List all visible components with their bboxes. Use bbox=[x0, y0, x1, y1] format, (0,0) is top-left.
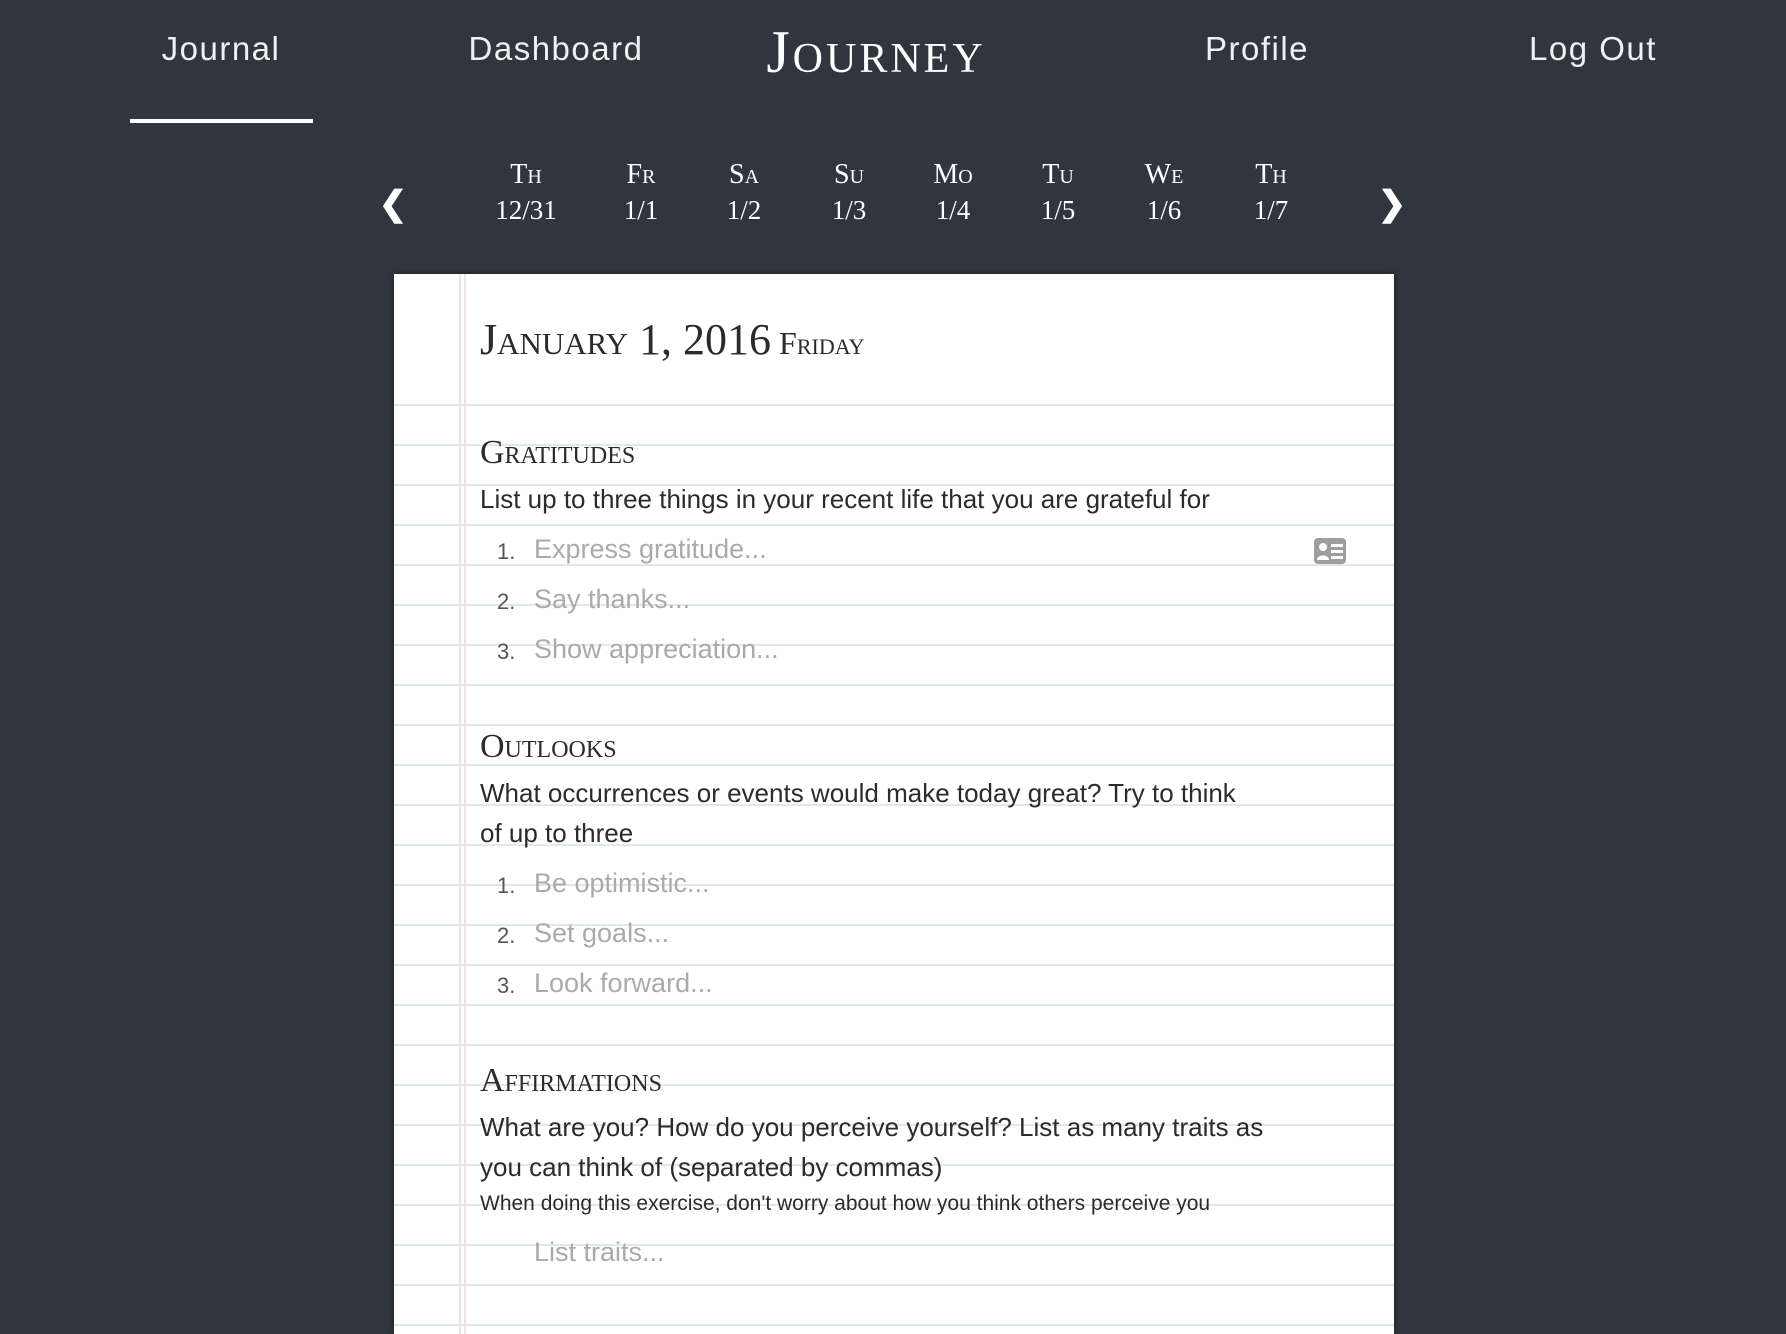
item-number: 2. bbox=[497, 923, 516, 948]
day-name: Th bbox=[1255, 159, 1287, 190]
nav-dashboard[interactable]: Dashboard bbox=[469, 30, 644, 68]
day-item[interactable]: Su 1/3 bbox=[832, 158, 867, 228]
gratitudes-prompt: List up to three things in your recent l… bbox=[480, 484, 1210, 514]
outlook-input-3[interactable]: Look forward... bbox=[534, 968, 1314, 999]
affirmations-heading: Affirmations bbox=[480, 1062, 662, 1099]
entry-date-title: January 1, 2016 Friday bbox=[480, 314, 864, 365]
day-date: 1/7 bbox=[1253, 195, 1289, 225]
margin-line bbox=[459, 274, 461, 1334]
outlooks-prompt: What occurrences or events would make to… bbox=[480, 778, 1236, 808]
nav-journal[interactable]: Journal bbox=[162, 30, 281, 68]
outlook-input-2[interactable]: Set goals... bbox=[534, 918, 1314, 949]
item-number: 1. bbox=[497, 873, 516, 898]
entry-weekday: Friday bbox=[779, 325, 865, 361]
active-tab-underline bbox=[130, 119, 313, 123]
gratitudes-heading: Gratitudes bbox=[480, 434, 636, 471]
day-date: 1/2 bbox=[726, 195, 762, 225]
outlook-input-1[interactable]: Be optimistic... bbox=[534, 868, 1314, 899]
chevron-right-icon[interactable]: ❯ bbox=[1378, 184, 1407, 224]
chevron-left-icon[interactable]: ❮ bbox=[379, 184, 408, 224]
traits-input[interactable]: List traits... bbox=[534, 1237, 1314, 1268]
affirmations-prompt: What are you? How do you perceive yourse… bbox=[480, 1112, 1264, 1142]
affirmations-prompt: you can think of (separated by commas) bbox=[480, 1152, 943, 1182]
day-item[interactable]: Th 1/7 bbox=[1254, 158, 1289, 228]
logo[interactable]: Journey bbox=[766, 18, 985, 87]
item-number: 1. bbox=[497, 539, 516, 564]
day-name: Su bbox=[833, 159, 865, 190]
gratitude-input-2[interactable]: Say thanks... bbox=[534, 584, 1314, 615]
entry-date: January 1, 2016 bbox=[480, 315, 772, 364]
day-item[interactable]: Fr 1/1 bbox=[624, 158, 659, 228]
day-date: 1/5 bbox=[1040, 195, 1076, 225]
day-item[interactable]: Mo 1/4 bbox=[933, 158, 972, 228]
affirmations-note: When doing this exercise, don't worry ab… bbox=[480, 1192, 1211, 1215]
outlooks-heading: Outlooks bbox=[480, 728, 617, 765]
day-name: Tu bbox=[1042, 159, 1074, 190]
day-item[interactable]: Th 12/31 bbox=[495, 158, 557, 228]
day-item[interactable]: Sa 1/2 bbox=[727, 158, 762, 228]
day-date: 1/1 bbox=[623, 195, 659, 225]
margin-line bbox=[464, 274, 466, 1334]
day-name: We bbox=[1144, 159, 1184, 190]
contact-card-icon[interactable] bbox=[1314, 538, 1346, 564]
gratitude-input-1[interactable]: Express gratitude... bbox=[534, 534, 1314, 565]
day-item[interactable]: Tu 1/5 bbox=[1041, 158, 1076, 228]
day-name: Sa bbox=[728, 159, 760, 190]
day-date: 1/6 bbox=[1146, 195, 1182, 225]
journal-page: January 1, 2016 Friday Gratitudes List up… bbox=[394, 274, 1394, 1334]
item-number: 2. bbox=[497, 589, 516, 614]
item-number: 3. bbox=[497, 639, 516, 664]
nav-profile[interactable]: Profile bbox=[1205, 30, 1309, 68]
day-name: Mo bbox=[933, 159, 973, 190]
gratitude-input-3[interactable]: Show appreciation... bbox=[534, 634, 1314, 665]
day-name: Th bbox=[510, 159, 542, 190]
day-date: 1/4 bbox=[935, 195, 971, 225]
item-number: 3. bbox=[497, 973, 516, 998]
day-name: Fr bbox=[626, 159, 656, 190]
day-item[interactable]: We 1/6 bbox=[1145, 158, 1184, 228]
day-date: 1/3 bbox=[831, 195, 867, 225]
outlooks-prompt: of up to three bbox=[480, 818, 634, 848]
day-date: 12/31 bbox=[495, 195, 557, 225]
nav-logout[interactable]: Log Out bbox=[1529, 30, 1657, 68]
